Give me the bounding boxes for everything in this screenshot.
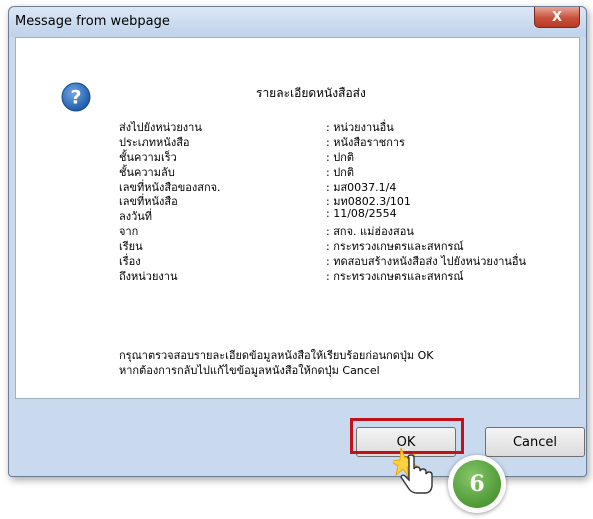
- close-icon: X: [551, 9, 563, 25]
- close-button[interactable]: X: [534, 7, 580, 28]
- message-dialog: Message from webpage X ? รายละเอียดหนังส…: [8, 6, 587, 477]
- question-icon: ?: [61, 82, 91, 112]
- step-number: 6: [453, 460, 501, 508]
- hand-cursor-icon: [393, 447, 433, 494]
- dialog-title: Message from webpage: [15, 14, 170, 29]
- cancel-note: หากต้องการกลับไปแก้ไขข้อมูลหนังสือให้กดป…: [119, 364, 380, 377]
- step-badge: 6: [448, 455, 506, 513]
- dialog-body: ? รายละเอียดหนังสือส่ง ส่งไปยังหน่วยงาน:…: [15, 37, 580, 399]
- dialog-titlebar[interactable]: Message from webpage X: [9, 7, 586, 37]
- cancel-button[interactable]: Cancel: [485, 427, 585, 457]
- svg-text:?: ?: [70, 87, 81, 109]
- detail-value: : กระทรวงเกษตรและสหกรณ์: [326, 269, 464, 283]
- detail-value: : 11/08/2554: [326, 207, 397, 221]
- detail-label: ถึงหน่วยงาน: [119, 269, 178, 283]
- dialog-heading: รายละเอียดหนังสือส่ง: [256, 86, 366, 100]
